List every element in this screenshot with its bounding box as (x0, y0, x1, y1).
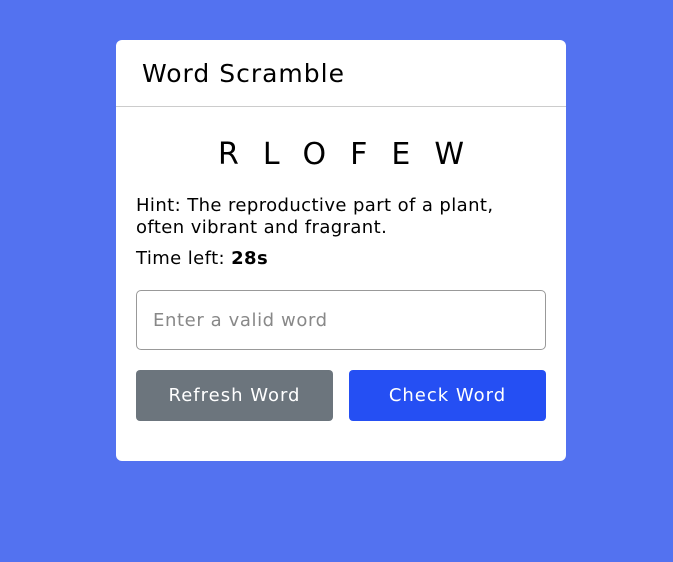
time-value: 28s (231, 248, 269, 269)
word-input[interactable] (136, 290, 546, 350)
hint: Hint: The reproductive part of a plant, … (136, 195, 546, 239)
time-prefix: Time left: (136, 248, 232, 269)
button-row: Refresh Word Check Word (136, 370, 546, 421)
check-word-button[interactable]: Check Word (349, 370, 546, 421)
card-header: Word Scramble (116, 40, 566, 107)
hint-text: The reproductive part of a plant, often … (136, 195, 494, 238)
app-title: Word Scramble (142, 58, 345, 88)
timer: Time left: 28s (136, 248, 546, 270)
game-card: Word Scramble RLOFEW Hint: The reproduct… (116, 40, 566, 461)
refresh-word-button[interactable]: Refresh Word (136, 370, 333, 421)
hint-prefix: Hint: (136, 195, 188, 216)
card-content: RLOFEW Hint: The reproductive part of a … (116, 135, 566, 421)
scrambled-word: RLOFEW (218, 137, 488, 172)
details: Hint: The reproductive part of a plant, … (136, 195, 546, 270)
